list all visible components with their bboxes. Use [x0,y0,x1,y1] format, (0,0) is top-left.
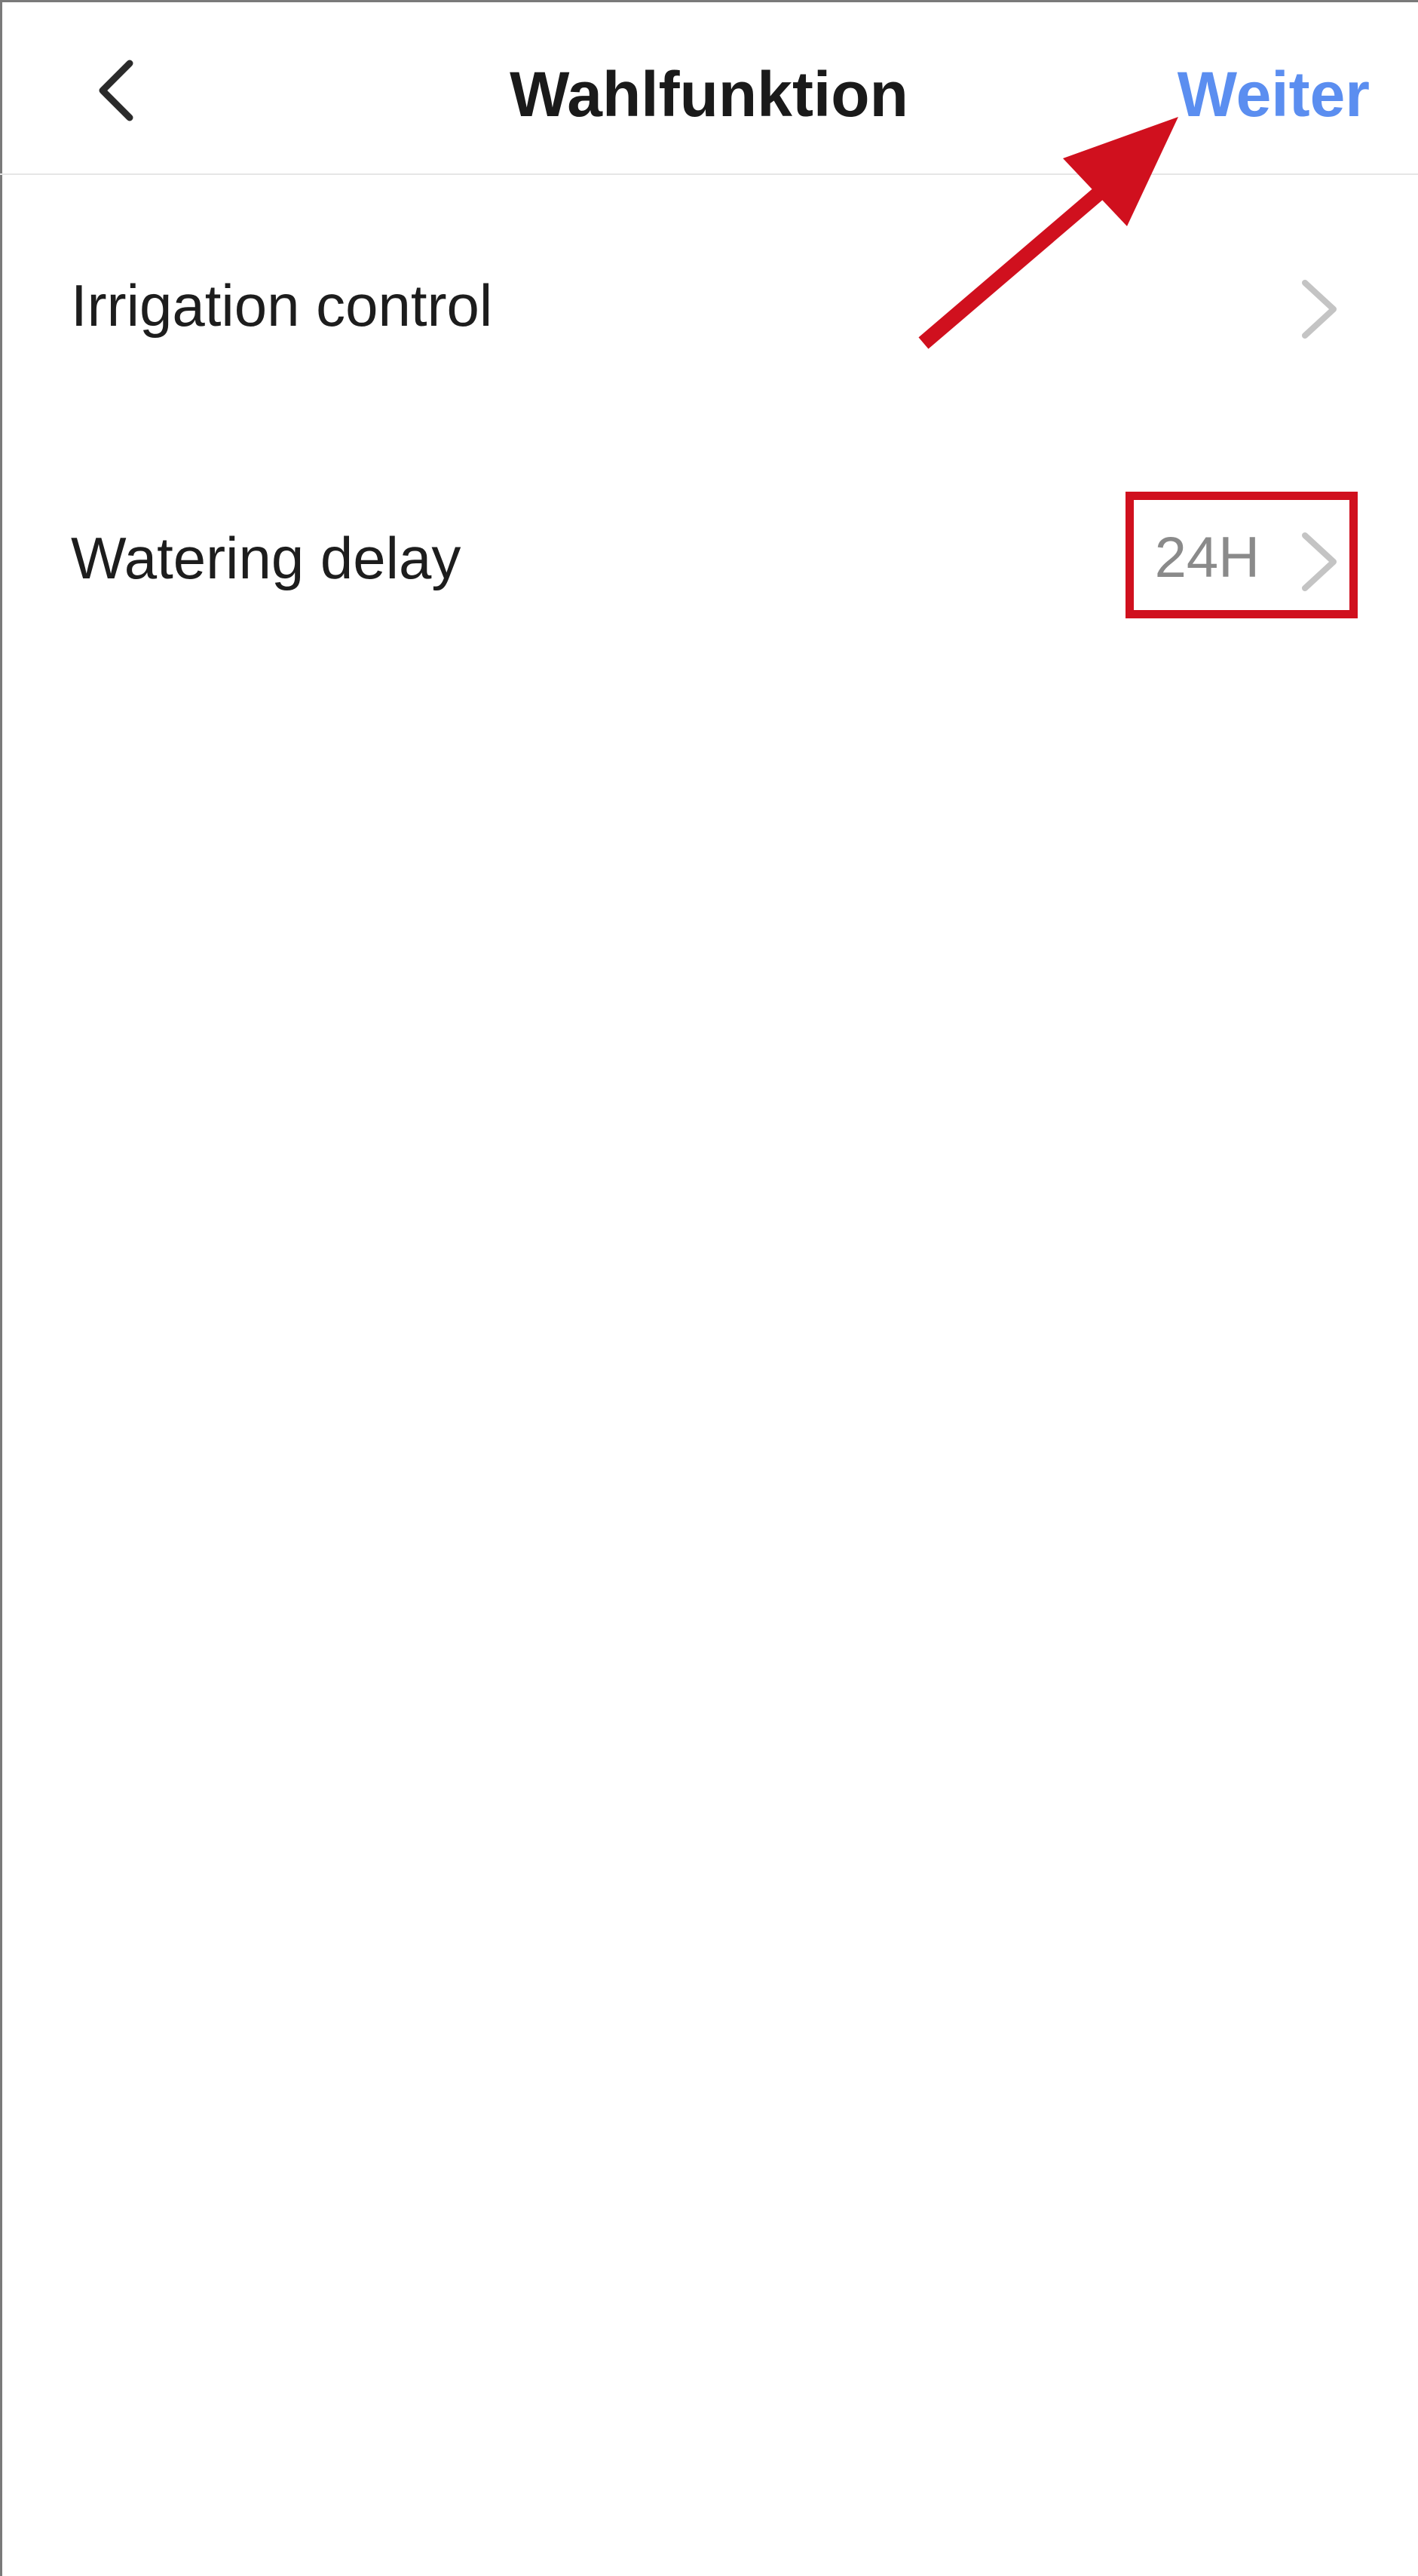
list-item-value: 24H [1154,526,1260,590]
chevron-right-icon [1293,528,1346,596]
chevron-right-icon [1293,275,1346,343]
list-item-label: Irrigation control [71,272,493,339]
list-item-watering-delay[interactable]: Watering delay 24H [0,445,1418,671]
next-button[interactable]: Weiter [1178,53,1370,136]
header-bar: Wahlfunktion Weiter [0,0,1418,175]
list-item-irrigation-control[interactable]: Irrigation control [0,192,1418,419]
list-item-label: Watering delay [71,525,461,591]
